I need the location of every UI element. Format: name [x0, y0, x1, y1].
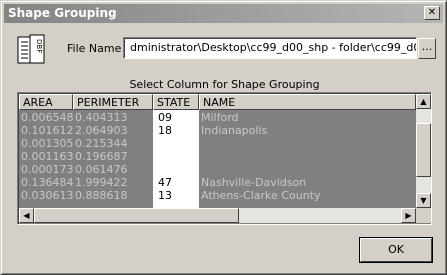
cell-perimeter: 0.061476 [75, 163, 128, 176]
table-row[interactable]: 0.136484 1.999422 47 Nashville-Davidson [19, 176, 416, 189]
cell-area: 0.030613 [21, 189, 73, 202]
cell-state: 18 [153, 124, 199, 137]
cell-name: Milford [201, 111, 239, 124]
cell-area: 0.000173 [21, 163, 73, 176]
scroll-up-button[interactable]: ▲ [416, 94, 431, 109]
cell-perimeter: 0.404313 [75, 111, 128, 124]
scroll-left-button[interactable]: ◀ [19, 208, 34, 223]
cell-area: 0.136484 [21, 176, 73, 189]
cell-area: 0.001305 [21, 137, 73, 150]
column-header-perimeter[interactable]: PERIMETER [73, 94, 153, 110]
file-name-label: File Name [67, 42, 122, 55]
ok-button[interactable]: OK [360, 238, 432, 262]
browse-button[interactable]: ... [418, 38, 436, 59]
table-row[interactable]: 0.000173 0.061476 [19, 163, 416, 176]
cell-name: Indianapolis [201, 124, 268, 137]
title-bar[interactable]: Shape Grouping ✕ [4, 4, 443, 23]
cell-name: Athens-Clarke County [201, 189, 321, 202]
grid-viewport: AREA PERIMETER STATE NAME 0.006548 0.404… [19, 94, 416, 208]
dbf-icon-text: DBF [35, 39, 43, 53]
file-name-field[interactable]: dministrator\Desktop\cc99_d00_shp - fold… [123, 37, 417, 59]
cell-state: 47 [153, 176, 199, 189]
dbf-file-icon: DBF [17, 34, 47, 66]
cell-state [153, 137, 199, 150]
cell-area: 0.006548 [21, 111, 73, 124]
cell-perimeter: 1.999422 [75, 176, 128, 189]
cell-state: 09 [153, 111, 199, 124]
table-row[interactable]: 0.101612 2.064903 18 Indianapolis [19, 124, 416, 137]
vertical-scroll-thumb[interactable] [416, 123, 431, 177]
shape-grouping-dialog: Shape Grouping ✕ DBF File Name dministra… [0, 0, 447, 275]
table-row[interactable]: 0.006548 0.404313 09 Milford [19, 111, 416, 124]
scroll-right-button[interactable]: ▶ [401, 208, 416, 223]
arrow-down-icon: ▼ [420, 196, 427, 205]
grid-caption: Select Column for Shape Grouping [129, 78, 320, 91]
close-icon: ✕ [427, 7, 437, 18]
cell-perimeter: 0.196687 [75, 150, 128, 163]
cell-area: 0.101612 [21, 124, 73, 137]
table-row[interactable]: 0.001163 0.196687 [19, 150, 416, 163]
cell-perimeter: 0.215344 [75, 137, 128, 150]
cell-area: 0.001163 [21, 150, 73, 163]
column-header-name[interactable]: NAME [199, 94, 416, 110]
cell-perimeter: 2.064903 [75, 124, 128, 137]
arrow-up-icon: ▲ [420, 97, 427, 106]
scroll-down-button[interactable]: ▼ [416, 193, 431, 208]
cell-state: 13 [153, 189, 199, 202]
close-button[interactable]: ✕ [424, 6, 440, 20]
arrow-right-icon: ▶ [405, 211, 412, 220]
arrow-left-icon: ◀ [23, 211, 30, 220]
window-title: Shape Grouping [8, 6, 117, 20]
scrollbar-corner [416, 208, 431, 223]
column-header-area[interactable]: AREA [19, 94, 73, 110]
column-header-state[interactable]: STATE [153, 94, 199, 110]
cell-name [199, 163, 416, 176]
horizontal-scroll-thumb[interactable] [34, 208, 239, 223]
table-row[interactable]: 0.030613 0.888618 13 Athens-Clarke Count… [19, 189, 416, 202]
cell-state [153, 163, 199, 176]
cell-perimeter: 0.888618 [75, 189, 128, 202]
column-grid[interactable]: AREA PERIMETER STATE NAME 0.006548 0.404… [17, 92, 432, 225]
table-row[interactable]: 0.001305 0.215344 [19, 137, 416, 150]
cell-name [199, 137, 416, 150]
cell-state [153, 150, 199, 163]
cell-name: Nashville-Davidson [201, 176, 307, 189]
cell-name [199, 150, 416, 163]
vertical-scrollbar[interactable]: ▲ ▼ [416, 94, 431, 208]
horizontal-scrollbar[interactable]: ◀ ▶ [19, 208, 416, 223]
